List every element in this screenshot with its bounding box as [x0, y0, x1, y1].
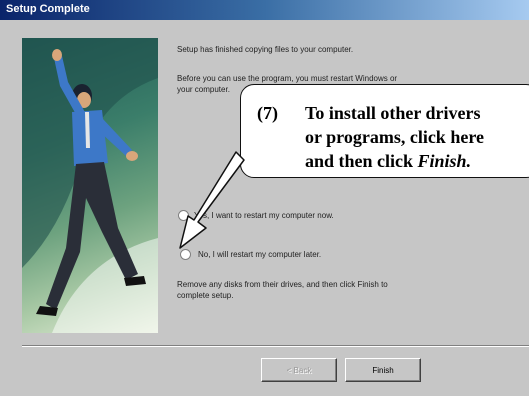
- callout-line-3: and then click Finish.: [305, 151, 471, 172]
- remove-disks-message-line1: Remove any disks from their drives, and …: [177, 280, 388, 289]
- restart-message-line1: Before you can use the program, you must…: [177, 74, 398, 83]
- setup-dialog: Setup Complete Setup has finished copyin…: [0, 0, 529, 396]
- remove-disks-message-line2: complete setup.: [177, 291, 234, 300]
- back-button[interactable]: < Back: [261, 358, 337, 382]
- callout-line-1: To install other drivers: [305, 103, 481, 123]
- callout-line-2: or programs, click here: [305, 127, 484, 147]
- setup-illustration: [22, 38, 158, 333]
- callout-line-3-emphasis: Finish.: [417, 151, 472, 171]
- finish-button[interactable]: Finish: [345, 358, 421, 382]
- finished-message: Setup has finished copying files to your…: [177, 45, 354, 54]
- callout-arrow-icon: [179, 151, 245, 249]
- restart-message-line2: your computer.: [177, 85, 230, 94]
- instruction-callout: (7) To install other drivers or programs…: [240, 84, 529, 178]
- window-title: Setup Complete: [6, 3, 90, 15]
- callout-number: (7): [257, 103, 278, 123]
- title-bar: Setup Complete: [0, 0, 529, 20]
- leaping-man-illustration: [22, 38, 158, 333]
- button-separator: [22, 345, 529, 347]
- callout-line-3-text: and then click: [305, 151, 418, 171]
